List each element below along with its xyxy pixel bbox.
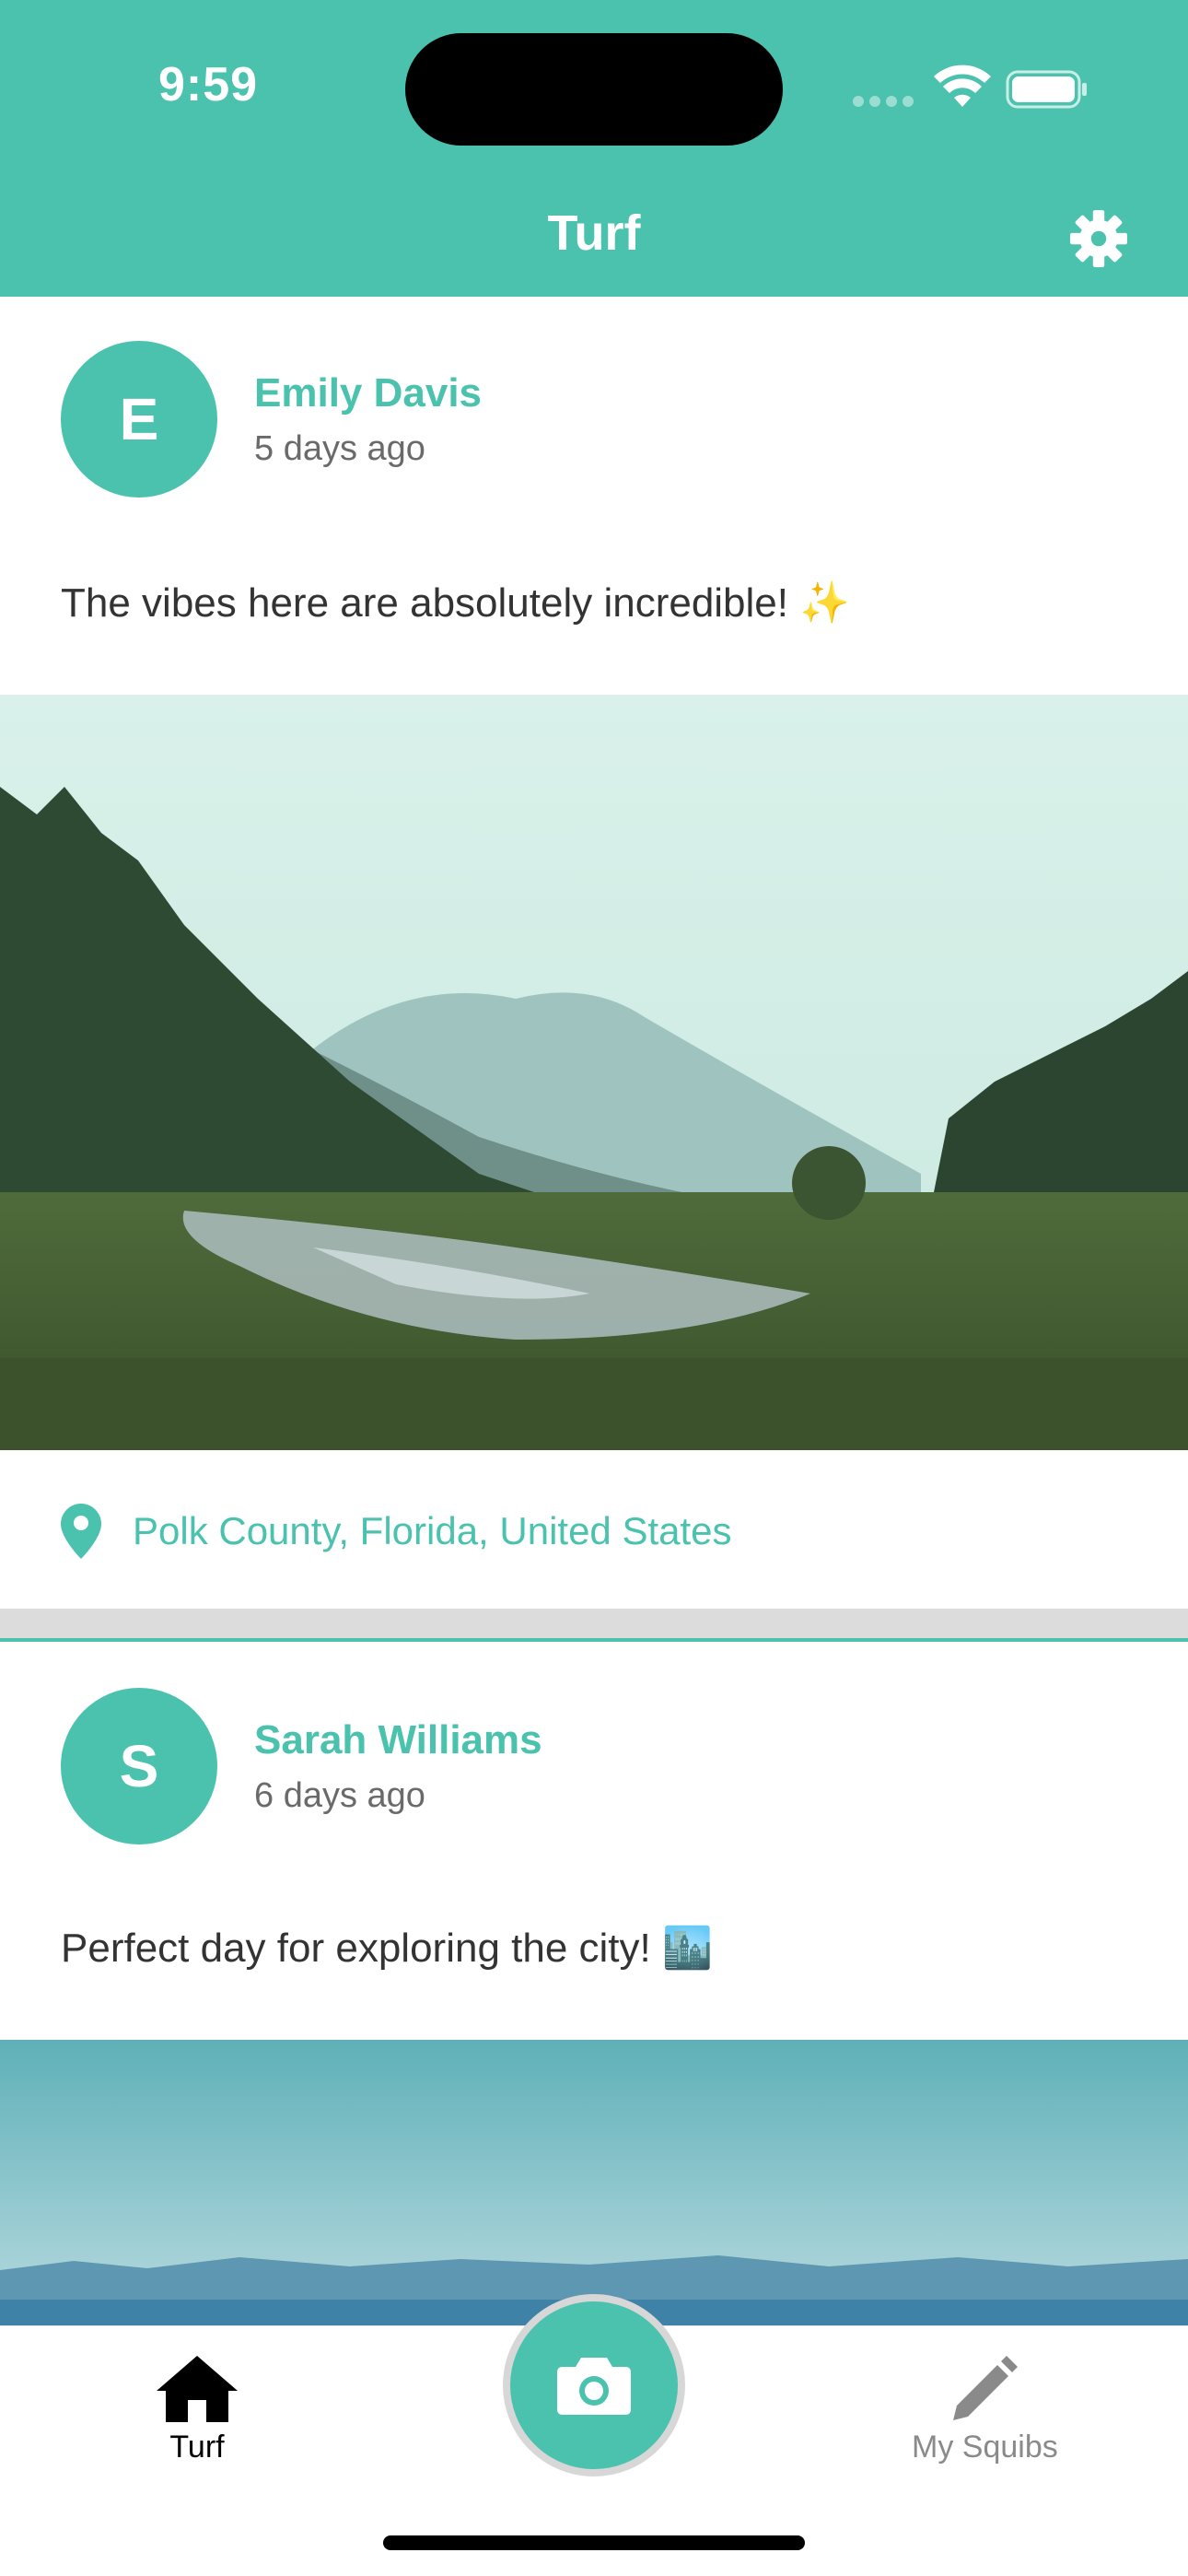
author-name[interactable]: Emily Davis — [254, 370, 482, 416]
dynamic-island — [405, 33, 783, 146]
post-location[interactable]: Polk County, Florida, United States — [61, 1504, 732, 1559]
tab-turf[interactable]: Turf — [155, 2354, 239, 2465]
post-text: Perfect day for exploring the city! 🏙️ — [61, 1926, 713, 1971]
home-indicator — [383, 2535, 805, 2550]
author-name[interactable]: Sarah Williams — [254, 1717, 542, 1763]
post-photo[interactable] — [0, 695, 1188, 1450]
gear-icon[interactable] — [1068, 208, 1129, 269]
tab-label: Turf — [169, 2430, 225, 2465]
cellular-signal-icon — [853, 96, 914, 107]
post-card: E Emily Davis 5 days ago The vibes here … — [0, 297, 1188, 1609]
pencil-icon — [953, 2356, 1019, 2420]
avatar[interactable]: S — [61, 1688, 217, 1844]
status-time: 9:59 — [158, 58, 259, 111]
home-icon — [157, 2356, 238, 2422]
post-text: The vibes here are absolutely incredible… — [61, 580, 851, 626]
camera-icon — [557, 2358, 631, 2415]
location-label: Polk County, Florida, United States — [133, 1509, 732, 1552]
tab-my-squibs[interactable]: My Squibs — [912, 2354, 1058, 2465]
post-card: S Sarah Williams 6 days ago Perfect day … — [0, 1642, 1188, 2325]
post-timestamp: 5 days ago — [254, 429, 425, 468]
tab-label: My Squibs — [912, 2430, 1058, 2465]
post-timestamp: 6 days ago — [254, 1776, 425, 1815]
location-pin-icon — [61, 1504, 101, 1559]
camera-button[interactable] — [503, 2294, 685, 2476]
post-divider — [0, 1609, 1188, 1642]
battery-icon — [1006, 70, 1087, 109]
top-header: 9:59 Turf — [0, 0, 1188, 297]
avatar[interactable]: E — [61, 341, 217, 498]
page-title: Turf — [547, 205, 641, 261]
wifi-icon — [934, 64, 991, 107]
post-photo[interactable] — [0, 2040, 1188, 2325]
